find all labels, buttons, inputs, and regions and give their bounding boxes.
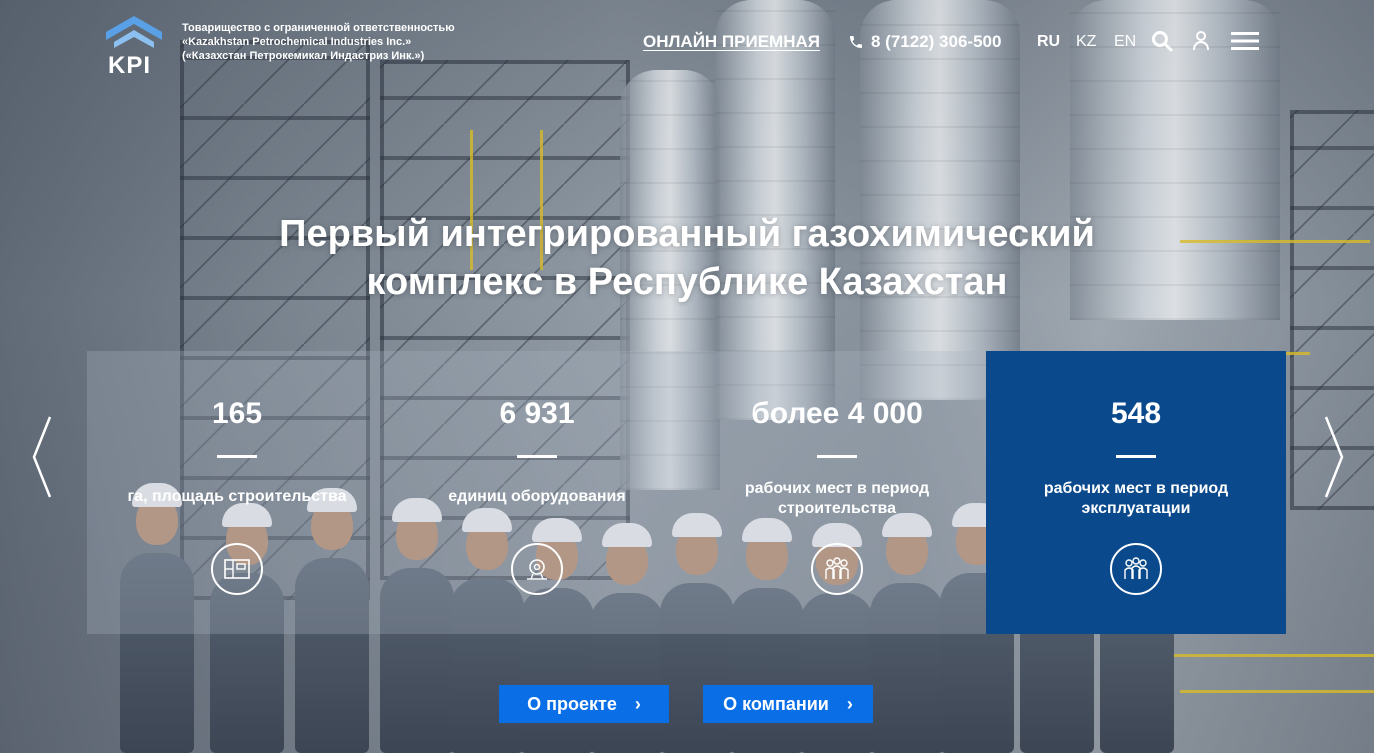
about-project-label: О проекте — [527, 693, 617, 714]
phone-number: 8 (7122) 306-500 — [871, 32, 1002, 51]
stat-label: рабочих мест в период строительства — [744, 480, 930, 517]
workers-icon — [811, 543, 863, 595]
phone-icon — [850, 36, 862, 48]
hero-title-line-2: комплекс в Республике Казахстан — [366, 261, 1008, 303]
search-icon[interactable] — [1150, 29, 1174, 53]
stat-card-construction-jobs[interactable]: более 4 000 рабочих мест в период строит… — [687, 351, 987, 634]
about-project-button[interactable]: О проекте › — [499, 685, 669, 723]
company-line-1: Товарищество с ограниченной ответственно… — [182, 22, 455, 34]
site-plan-icon — [211, 543, 263, 595]
phone-link[interactable]: 8 (7122) 306-500 — [848, 32, 1001, 52]
company-name: Товарищество с ограниченной ответственно… — [182, 21, 492, 63]
stat-value: 6 931 — [499, 397, 575, 430]
online-reception-link[interactable]: ОНЛАЙН ПРИЕМНАЯ — [643, 32, 820, 52]
workers-icon — [1110, 543, 1162, 595]
next-arrow-icon[interactable] — [1322, 415, 1346, 499]
stat-divider — [817, 455, 857, 458]
stat-card-equipment[interactable]: 6 931 единиц оборудования — [387, 351, 687, 634]
stat-label: единиц оборудования — [448, 488, 626, 505]
hero-title-line-1: Первый интегрированный газохимический — [279, 213, 1095, 255]
stat-value: более 4 000 — [751, 397, 923, 430]
about-company-button[interactable]: О компании › — [703, 685, 873, 723]
stat-divider — [217, 455, 257, 458]
logo-text[interactable]: KPI — [108, 52, 151, 80]
stat-value: 548 — [1110, 397, 1162, 430]
stat-value: 165 — [211, 397, 263, 430]
about-company-label: О компании — [723, 693, 829, 714]
stat-card-operation-jobs[interactable]: 548 рабочих мест в период эксплуатации — [986, 351, 1286, 634]
stat-card-area[interactable]: 165 га, площадь строительства — [87, 351, 387, 634]
company-line-3: («Казахстан Петрокемикал Индастриз Инк.»… — [182, 50, 425, 62]
equipment-icon — [511, 543, 563, 595]
lang-kz[interactable]: KZ — [1076, 33, 1096, 51]
menu-icon[interactable] — [1231, 29, 1259, 53]
site-header: KPI Товарищество с ограниченной ответств… — [0, 0, 1374, 90]
prev-arrow-icon[interactable] — [30, 415, 54, 499]
stats-panel: 165 га, площадь строительства 6 931 един… — [87, 351, 1286, 634]
lang-ru[interactable]: RU — [1037, 33, 1060, 51]
accessibility-icon[interactable] — [1189, 29, 1213, 53]
chevron-right-icon: › — [634, 693, 641, 714]
stat-divider — [517, 455, 557, 458]
stat-label: рабочих мест в период эксплуатации — [1043, 480, 1229, 517]
company-line-2: «Kazakhstan Petrochemical Industries Inc… — [182, 36, 412, 48]
stat-label: га, площадь строительства — [127, 488, 347, 505]
hero-title: Первый интегрированный газохимический ко… — [0, 210, 1374, 306]
stat-divider — [1116, 455, 1156, 458]
lang-en[interactable]: EN — [1114, 33, 1136, 51]
chevron-right-icon: › — [846, 693, 853, 714]
